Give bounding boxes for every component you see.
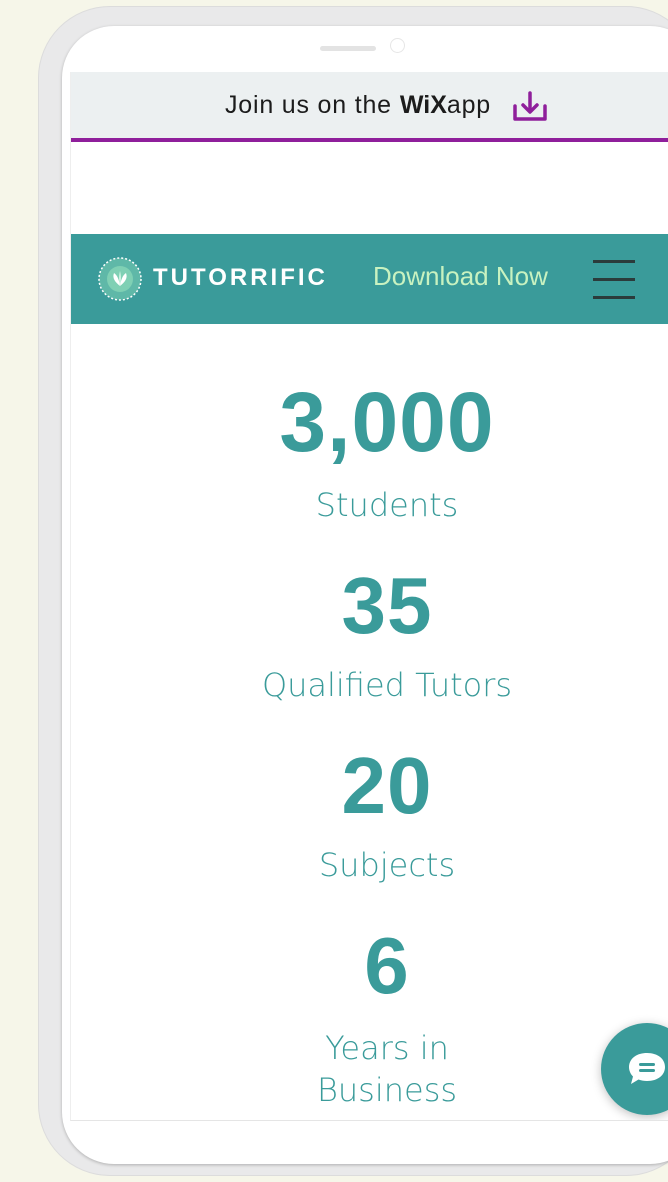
- wix-banner-label: Join us on the: [225, 90, 392, 119]
- hamburger-menu-icon[interactable]: [593, 260, 635, 300]
- wix-app-banner[interactable]: Join us on the WiX app: [71, 72, 668, 142]
- menu-line: [593, 278, 635, 281]
- tutorrific-logo[interactable]: [97, 256, 143, 302]
- stat-tutors-value: 35: [341, 561, 433, 650]
- wix-brand: WiX: [399, 90, 447, 119]
- phone-frame: Join us on the WiX app TUTORRIFIC Downlo…: [62, 26, 668, 1164]
- site-header: TUTORRIFIC Download Now: [71, 234, 668, 324]
- phone-speaker: [320, 46, 376, 51]
- page: Join us on the WiX app TUTORRIFIC Downlo…: [0, 0, 668, 1182]
- stat-subjects-label: Subjects: [318, 846, 456, 884]
- stat-years-value: 6: [364, 921, 410, 1010]
- menu-line: [593, 260, 635, 263]
- menu-line: [593, 296, 635, 299]
- chat-bubble-icon: [629, 1053, 665, 1084]
- stat-students-value: 3,000: [279, 375, 495, 469]
- stat-years-label: Years in Business: [316, 1029, 458, 1109]
- wix-banner-suffix: app: [446, 90, 491, 119]
- stat-subjects-value: 20: [341, 741, 433, 830]
- download-icon: [513, 91, 547, 121]
- download-now-link[interactable]: Download Now: [373, 261, 548, 292]
- mobile-screen: Join us on the WiX app TUTORRIFIC Downlo…: [70, 72, 668, 1121]
- brand-name[interactable]: TUTORRIFIC: [153, 264, 328, 292]
- stat-students-label: Students: [315, 486, 459, 524]
- stat-tutors-label: Qualified Tutors: [261, 666, 513, 704]
- chat-button[interactable]: [601, 1023, 668, 1115]
- phone-camera: [390, 38, 405, 53]
- wix-banner-text: Join us on the WiX app: [225, 91, 491, 120]
